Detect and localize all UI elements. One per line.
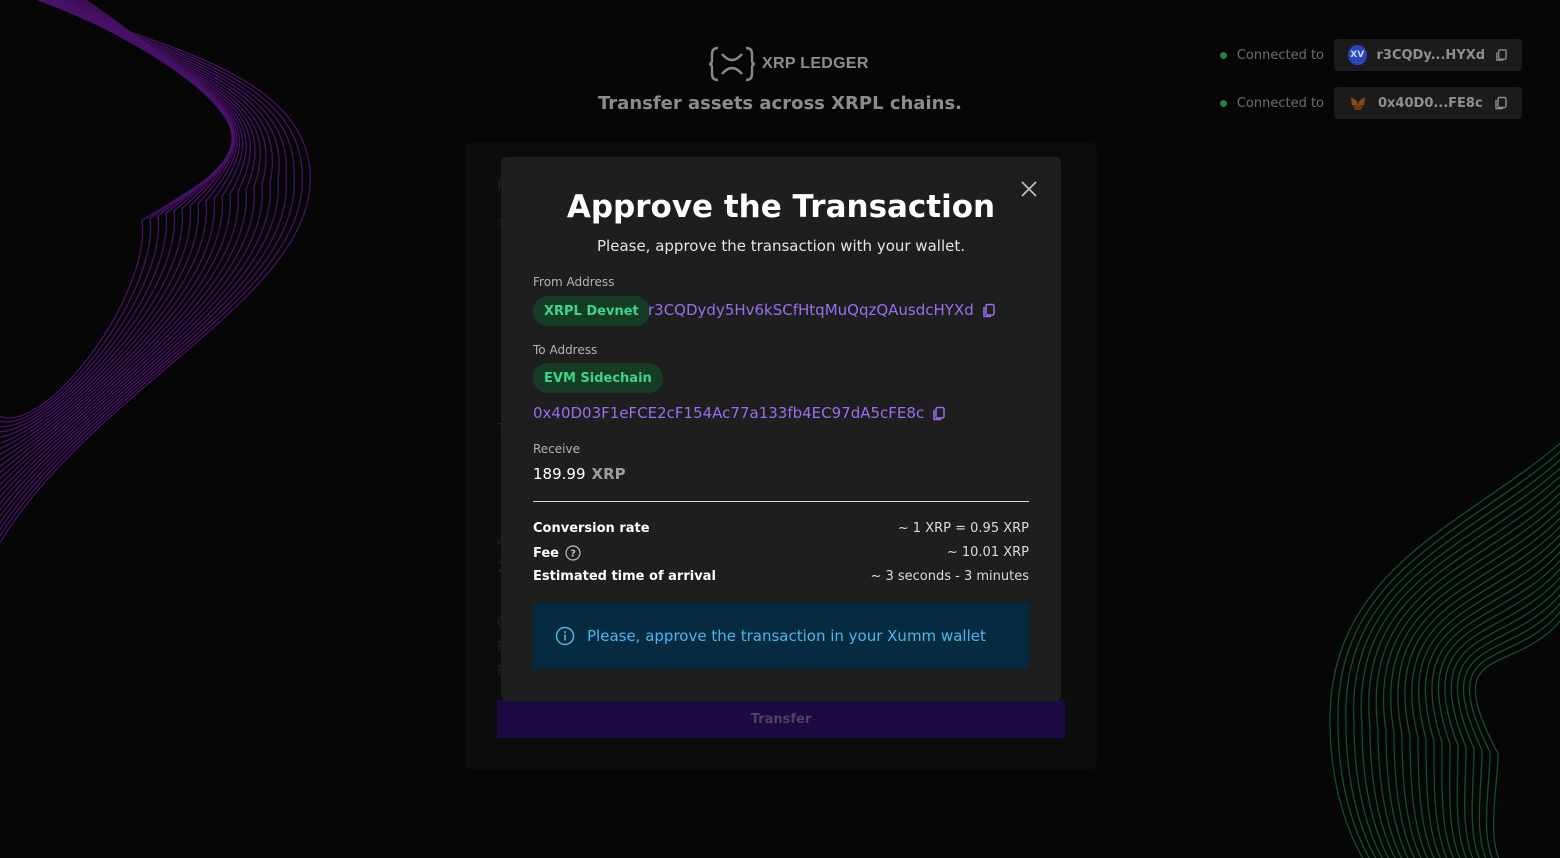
detail-key: Conversion rate — [533, 521, 650, 536]
to-address: 0x40D03F1eFCE2cF154Ac77a133fb4EC97dA5cFE… — [533, 404, 946, 422]
wallet-address-pill[interactable]: 0x40D0...FE8c — [1334, 87, 1522, 119]
detail-value: ~ 10.01 XRP — [946, 545, 1029, 560]
connection-label: Connected to — [1236, 47, 1324, 63]
info-icon — [555, 626, 575, 646]
to-chain-badge: EVM Sidechain — [533, 363, 663, 393]
copy-icon[interactable] — [932, 406, 946, 421]
modal-subtitle: Please, approve the transaction with you… — [597, 237, 965, 255]
status-dot — [1219, 51, 1227, 59]
detail-value: ~ 3 seconds - 3 minutes — [870, 569, 1029, 584]
detail-key: Fee — [533, 545, 559, 561]
detail-key-wrap: Fee ? — [533, 545, 581, 561]
connection-label: Connected to — [1236, 95, 1324, 111]
xrp-logo-icon — [708, 46, 756, 82]
receive-amount-value: 189.99 — [533, 465, 586, 483]
wallet-address: r3CQDy...HYXd — [1376, 47, 1486, 63]
detail-row-conversion-rate: Conversion rate ~ 1 XRP = 0.95 XRP — [533, 521, 1029, 536]
receive-amount: 189.99 XRP — [533, 465, 626, 483]
wallet-address-pill[interactable]: XV r3CQDy...HYXd — [1334, 39, 1522, 71]
copy-icon[interactable] — [982, 303, 996, 318]
detail-key: Estimated time of arrival — [533, 569, 716, 584]
from-address: r3CQDydy5Hv6kSCfHtqMuQqzQAusdcHYXd — [648, 301, 996, 319]
connection-evm: Connected to 0x40D0...FE8c — [1219, 87, 1522, 119]
detail-row-fee: Fee ? ~ 10.01 XRP — [533, 545, 1029, 561]
to-address-label: To Address — [533, 343, 598, 357]
approve-transaction-modal: Approve the Transaction Please, approve … — [501, 157, 1061, 701]
divider — [533, 501, 1029, 502]
from-address-text: r3CQDydy5Hv6kSCfHtqMuQqzQAusdcHYXd — [648, 301, 974, 319]
from-chain-badge: XRPL Devnet — [533, 296, 650, 326]
info-alert: Please, approve the transaction in your … — [533, 603, 1029, 669]
receive-label: Receive — [533, 442, 580, 456]
from-address-label: From Address — [533, 275, 615, 289]
status-dot — [1219, 99, 1227, 107]
modal-title: Approve the Transaction — [566, 189, 996, 225]
to-address-text: 0x40D03F1eFCE2cF154Ac77a133fb4EC97dA5cFE… — [533, 404, 925, 422]
copy-icon[interactable] — [1495, 48, 1508, 62]
metamask-fox-icon — [1351, 97, 1365, 110]
xumm-icon: XV — [1348, 45, 1367, 65]
connection-xrpl: Connected to XV r3CQDy...HYXd — [1219, 39, 1522, 71]
svg-text:?: ? — [570, 549, 576, 560]
detail-row-eta: Estimated time of arrival ~ 3 seconds - … — [533, 569, 1029, 584]
detail-value: ~ 1 XRP = 0.95 XRP — [897, 521, 1029, 536]
logo-text: XRP LEDGER — [762, 55, 869, 72]
copy-icon[interactable] — [1494, 96, 1508, 110]
wallet-address: 0x40D0...FE8c — [1378, 95, 1483, 111]
info-message: Please, approve the transaction in your … — [587, 627, 986, 645]
receive-currency: XRP — [591, 465, 626, 483]
help-icon[interactable]: ? — [565, 545, 581, 561]
xrp-ledger-logo: XRP LEDGER — [708, 44, 869, 84]
